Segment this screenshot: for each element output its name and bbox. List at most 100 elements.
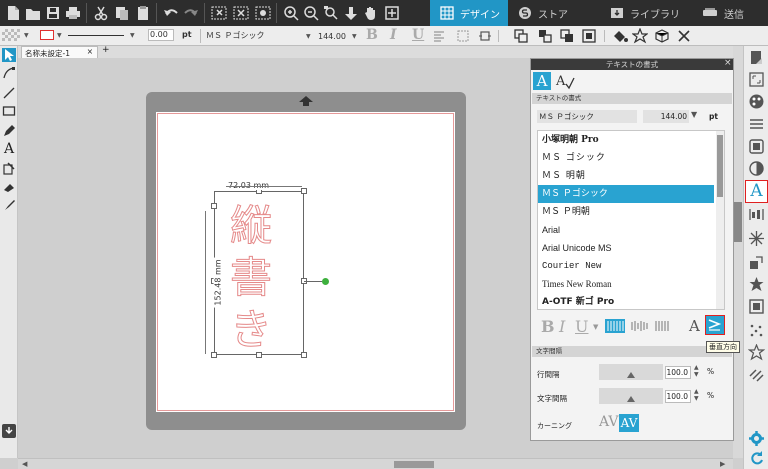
refresh-icon[interactable] <box>748 450 765 467</box>
transparency-icon[interactable] <box>748 160 765 177</box>
bold-button[interactable]: B <box>366 27 378 43</box>
panel-toggle-icon[interactable] <box>2 424 16 438</box>
brush-tool-icon[interactable] <box>2 198 16 212</box>
tab-design[interactable]: デザイン <box>430 0 508 26</box>
panel-underline-button[interactable]: U <box>575 317 588 336</box>
transform-icon[interactable] <box>748 254 765 271</box>
font-size-dropdown-icon[interactable]: ▼ <box>352 33 357 40</box>
font-size-input[interactable]: 144.00 <box>318 32 346 41</box>
panel-bold-button[interactable]: B <box>541 317 555 336</box>
justify-align-icon[interactable] <box>605 319 625 333</box>
offset-icon[interactable] <box>748 298 765 315</box>
text-path-tab-icon[interactable]: A <box>555 72 575 90</box>
font-list[interactable]: 小塚明朝 Pro ＭＳ ゴシック ＭＳ 明朝 ＭＳ Ｐゴシック ＭＳ Ｐ明朝 A… <box>537 130 725 310</box>
tab-store[interactable]: ストア <box>508 0 594 26</box>
edit-points-icon[interactable] <box>2 66 16 80</box>
underline-dropdown-icon[interactable]: ▼ <box>593 323 598 331</box>
print-icon[interactable] <box>64 4 82 22</box>
align-center-icon[interactable] <box>629 319 649 333</box>
line-style-dropdown-icon[interactable]: ▼ <box>130 32 135 39</box>
line-spacing-slider[interactable] <box>599 364 663 380</box>
replicate-icon[interactable] <box>748 230 765 247</box>
make-compound-path-icon[interactable] <box>560 29 574 43</box>
save-icon[interactable] <box>44 4 62 22</box>
font-list-scrollbar[interactable] <box>716 131 724 309</box>
select-all-icon[interactable] <box>210 4 228 22</box>
fill-bucket-icon[interactable] <box>612 29 628 43</box>
trace-sparkle-icon[interactable] <box>748 322 765 339</box>
char-spacing-input[interactable]: 100.0 <box>665 390 691 403</box>
align-left-icon[interactable] <box>432 29 446 43</box>
font-size-field[interactable]: 144.00 <box>643 110 689 123</box>
kerning-on-button[interactable]: AV <box>619 414 639 432</box>
zoom-in-icon[interactable] <box>282 4 300 22</box>
modify-star-icon[interactable] <box>748 276 765 293</box>
line-spacing-input[interactable]: 100.0 <box>665 366 691 379</box>
document-tab[interactable]: 名称未設定-1 × <box>21 46 98 58</box>
close-x-icon[interactable] <box>676 28 692 44</box>
font-list-item[interactable]: Times New Roman <box>538 275 714 293</box>
line-color-swatch[interactable] <box>40 30 54 40</box>
fill-dropdown-arrow-icon[interactable]: ▼ <box>24 32 29 39</box>
font-list-item[interactable]: A-OTF 新ゴ Pro <box>538 293 714 309</box>
color-palette-icon[interactable] <box>748 93 765 110</box>
rotate-handle[interactable] <box>322 278 329 285</box>
text-frame-icon[interactable] <box>456 29 470 43</box>
select-by-color-icon[interactable] <box>254 4 272 22</box>
fill-color-swatch[interactable] <box>2 29 20 41</box>
zoom-out-icon[interactable] <box>302 4 320 22</box>
rectangle-tool-icon[interactable] <box>2 104 16 118</box>
new-document-icon[interactable] <box>4 4 22 22</box>
line-spacing-stepper-icon[interactable]: ▲ ▼ <box>694 364 699 378</box>
font-list-item[interactable]: ＭＳ ゴシック <box>538 149 714 167</box>
font-tab-icon[interactable]: A <box>533 72 551 90</box>
line-color-dropdown-icon[interactable]: ▼ <box>57 32 62 39</box>
font-list-item[interactable]: ＭＳ 明朝 <box>538 167 714 185</box>
line-tool-icon[interactable] <box>2 86 16 100</box>
scroll-thumb[interactable] <box>734 202 742 242</box>
horizontal-scroll-thumb[interactable] <box>394 461 434 468</box>
redo-icon[interactable] <box>182 4 200 22</box>
panel-close-icon[interactable]: × <box>724 58 732 68</box>
deselect-icon[interactable] <box>232 4 250 22</box>
release-compound-path-icon[interactable] <box>582 29 596 43</box>
font-list-item-selected[interactable]: ＭＳ Ｐゴシック <box>538 185 714 203</box>
add-tab-button[interactable]: + <box>102 45 110 55</box>
ungroup-icon[interactable] <box>538 29 552 43</box>
selection-handle[interactable] <box>211 352 217 358</box>
vertical-text-button[interactable] <box>705 315 725 335</box>
align-right-icon[interactable] <box>653 319 673 333</box>
italic-button[interactable]: I <box>390 27 397 43</box>
slider-thumb[interactable] <box>627 372 635 378</box>
font-dropdown-icon[interactable]: ▼ <box>306 33 311 40</box>
font-list-item[interactable]: Courier New <box>538 257 714 275</box>
char-spacing-slider[interactable] <box>599 388 663 404</box>
line-width-input[interactable]: 0.00 <box>148 29 174 41</box>
pan-hand-icon[interactable] <box>362 4 380 22</box>
line-style-preview[interactable] <box>68 35 124 36</box>
open-folder-icon[interactable] <box>24 4 42 22</box>
font-list-item[interactable]: Arial Unicode MS <box>538 239 714 257</box>
fill-pattern-icon[interactable] <box>748 138 765 155</box>
sketch-star-icon[interactable] <box>632 28 648 44</box>
cut-icon[interactable] <box>92 4 110 22</box>
text-to-path-icon[interactable] <box>478 29 492 43</box>
line-style-icon[interactable] <box>748 115 765 132</box>
pixscan-icon[interactable] <box>748 366 765 383</box>
settings-gear-icon[interactable] <box>748 430 765 447</box>
vertical-text-object[interactable]: 縦 書 き <box>228 200 274 356</box>
slider-thumb[interactable] <box>627 396 635 402</box>
copy-icon[interactable] <box>113 4 131 22</box>
horizontal-scrollbar[interactable]: ◀ ▶ <box>18 458 733 469</box>
align-icon[interactable] <box>748 206 765 223</box>
selection-handle[interactable] <box>301 188 307 194</box>
selection-handle[interactable] <box>301 352 307 358</box>
panel-italic-button[interactable]: I <box>559 317 565 336</box>
horizontal-text-button[interactable]: A <box>689 317 700 335</box>
scroll-left-icon[interactable]: ◀ <box>22 460 27 468</box>
close-tab-button[interactable]: × <box>87 47 93 56</box>
select-arrow-icon[interactable] <box>2 48 16 62</box>
underline-button[interactable]: U <box>412 27 424 43</box>
vertical-scrollbar[interactable] <box>733 46 743 458</box>
zoom-area-icon[interactable] <box>322 4 340 22</box>
